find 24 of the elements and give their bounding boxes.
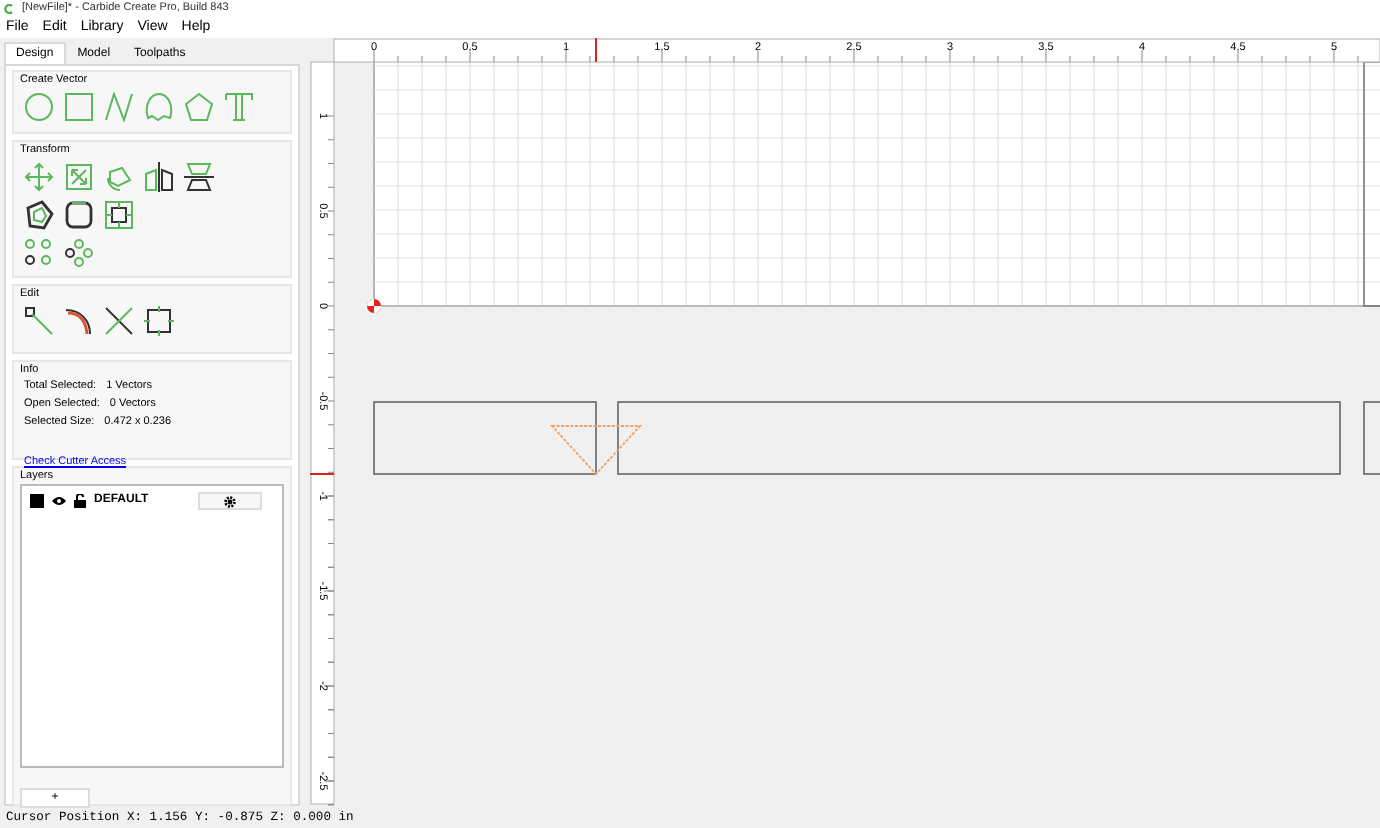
app-icon	[4, 4, 14, 14]
layer-settings-button[interactable]	[198, 492, 262, 510]
circle-pattern-icon[interactable]	[64, 238, 94, 268]
join-icon[interactable]	[144, 306, 174, 336]
lock-icon[interactable]	[74, 494, 86, 508]
selected-triangle[interactable]	[549, 425, 643, 476]
flip-icon[interactable]	[184, 162, 214, 192]
vector-shape[interactable]	[373, 401, 597, 475]
rounded-square-icon[interactable]	[64, 200, 94, 230]
mirror-icon[interactable]	[144, 162, 174, 192]
circle-array-icon[interactable]	[24, 238, 54, 268]
cursor-marker	[310, 473, 334, 475]
trim-icon[interactable]	[104, 306, 134, 336]
vector-shape[interactable]	[1363, 401, 1380, 475]
boolean-icon[interactable]	[104, 200, 134, 230]
node-edit-icon[interactable]	[24, 306, 54, 336]
gear-icon	[224, 495, 236, 507]
origin-marker	[367, 299, 381, 313]
eye-icon[interactable]	[52, 496, 66, 506]
cursor-marker	[595, 38, 597, 62]
fillet-icon[interactable]	[64, 306, 94, 336]
offset-icon[interactable]	[24, 200, 54, 230]
vector-shape[interactable]	[1363, 61, 1380, 307]
vector-shape[interactable]	[617, 401, 1341, 475]
